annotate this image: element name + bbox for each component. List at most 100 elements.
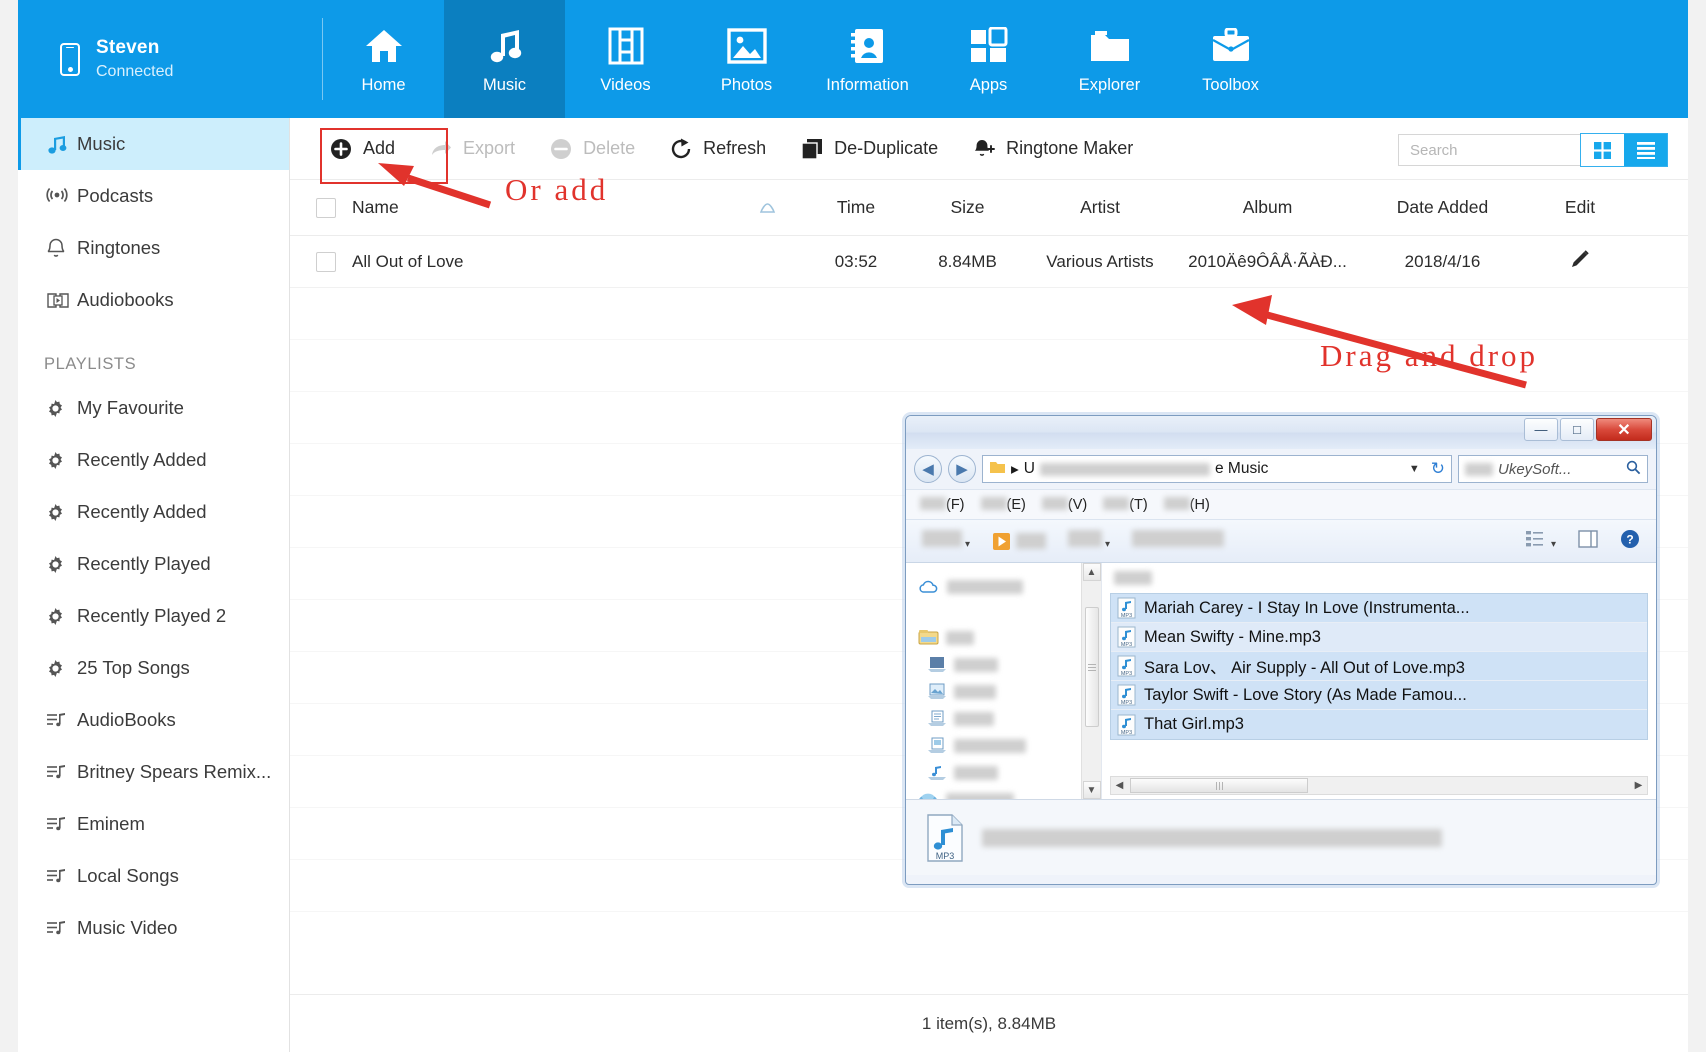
tab-music[interactable]: Music [444,0,565,118]
nav-item-libraries[interactable] [912,624,1101,651]
de-duplicate-button[interactable]: De-Duplicate [783,127,955,171]
sidebar-playlist-label: Eminem [77,813,145,835]
nav-item-library-3[interactable] [912,705,1101,732]
show-preview-pane-button[interactable] [1578,530,1598,553]
sidebar-playlist-music-video[interactable]: Music Video [18,902,289,954]
scroll-down-arrow[interactable]: ▼ [1083,781,1101,799]
pencil-icon[interactable] [1569,255,1591,274]
nav-vertical-scrollbar[interactable]: ▲ ▼ [1081,563,1101,799]
grid-apps-icon [970,18,1008,74]
sidebar-playlist-recently-added-2[interactable]: Recently Added [18,486,289,538]
ringtone-maker-button[interactable]: Ringtone Maker [955,127,1150,171]
sidebar-playlist-eminem[interactable]: Eminem [18,798,289,850]
sidebar-section-playlists: PLAYLISTS [18,326,289,382]
file-group-header [1114,571,1152,590]
bell-icon [46,237,72,259]
burn-button[interactable] [1132,530,1224,552]
add-button[interactable]: Add [312,127,412,171]
sidebar-playlist-britney-spears-remix[interactable]: Britney Spears Remix... [18,746,289,798]
tab-photos[interactable]: Photos [686,0,807,118]
svg-text:MP3: MP3 [1121,700,1132,706]
close-button[interactable]: ✕ [1596,418,1652,441]
nav-item-homegroup[interactable] [912,786,1101,799]
minimize-button[interactable]: — [1524,418,1558,441]
back-button[interactable]: ◀ [914,455,942,483]
gear-icon [46,451,72,470]
nav-item-library-2[interactable] [912,678,1101,705]
scroll-thumb[interactable] [1130,778,1308,793]
nav-item-library-4[interactable] [912,732,1101,759]
organize-button[interactable]: ▾ [922,530,970,552]
sidebar-playlist-local-songs[interactable]: Local Songs [18,850,289,902]
sidebar-playlist-audiobooks[interactable]: AudioBooks [18,694,289,746]
sidebar-item-ringtones[interactable]: Ringtones [18,222,289,274]
file-list-item[interactable]: MP3 Mariah Carey - I Stay In Love (Instr… [1111,594,1647,623]
tab-toolbox[interactable]: Toolbox [1170,0,1291,118]
nav-item-music-library[interactable] [912,759,1101,786]
refresh-button[interactable]: Refresh [652,127,783,171]
menu-edit[interactable]: (E) [981,497,1026,513]
menu-file[interactable]: (F) [920,497,965,513]
table-row[interactable]: All Out of Love 03:52 8.84MB Various Art… [290,236,1688,288]
file-list-item[interactable]: MP3 Mean Swifty - Mine.mp3 [1111,623,1647,652]
column-header-artist[interactable]: Artist [1025,197,1175,218]
scroll-thumb[interactable] [1085,607,1099,727]
ukeysoft-manager-window: Steven Connected Home Music [0,0,1706,1052]
scroll-right-arrow[interactable]: ▶ [1630,780,1647,791]
column-header-time[interactable]: Time [802,197,910,218]
cell-name: All Out of Love [352,252,732,272]
sidebar-playlist-recently-played[interactable]: Recently Played [18,538,289,590]
search-box[interactable] [1398,134,1583,166]
refresh-icon[interactable]: ↻ [1431,459,1445,479]
sidebar-playlist-25-top-songs[interactable]: 25 Top Songs [18,642,289,694]
column-header-album[interactable]: Album [1175,197,1360,218]
menu-help[interactable]: (H) [1164,497,1210,513]
grid-view-icon[interactable] [1581,134,1624,166]
sidebar-playlist-recently-added-1[interactable]: Recently Added [18,434,289,486]
sidebar-item-audiobooks[interactable]: Audiobooks [18,274,289,326]
scroll-left-arrow[interactable]: ◀ [1111,780,1128,791]
explorer-address-bar: ◀ ▶ ▸ U e Music ▼ ↻ UkeySoft... [906,449,1656,489]
nav-item-onedrive[interactable] [912,573,1101,600]
file-list-item[interactable]: MP3 Taylor Swift - Love Story (As Made F… [1111,681,1647,710]
change-view-button[interactable]: ▾ [1526,531,1556,552]
play-button[interactable] [992,532,1046,551]
row-checkbox[interactable] [316,252,336,272]
tab-videos[interactable]: Videos [565,0,686,118]
tab-apps[interactable]: Apps [928,0,1049,118]
menu-tools[interactable]: (T) [1103,497,1148,513]
delete-button-label: Delete [583,138,635,159]
files-horizontal-scrollbar[interactable]: ◀ ▶ [1110,776,1648,795]
explorer-search-box[interactable]: UkeySoft... [1458,455,1648,483]
column-header-size[interactable]: Size [910,197,1025,218]
sort-ascending-icon[interactable] [732,202,802,214]
column-header-date-added[interactable]: Date Added [1360,197,1525,218]
share-button[interactable]: ▾ [1068,530,1110,552]
search-icon[interactable] [1626,460,1641,479]
sidebar-playlist-my-favourite[interactable]: My Favourite [18,382,289,434]
nav-item-library-1[interactable] [912,651,1101,678]
file-list: MP3 Mariah Carey - I Stay In Love (Instr… [1110,593,1648,740]
tab-explorer[interactable]: Explorer [1049,0,1170,118]
delete-button[interactable]: Delete [532,127,652,171]
tab-information[interactable]: Information [807,0,928,118]
address-field[interactable]: ▸ U e Music ▼ ↻ [982,455,1452,483]
column-header-edit[interactable]: Edit [1525,197,1635,218]
maximize-button[interactable]: □ [1560,418,1594,441]
sidebar-item-music[interactable]: Music [18,118,289,170]
help-icon[interactable]: ? [1620,529,1640,554]
file-list-item[interactable]: MP3 Sara Lov、 Air Supply - All Out of Lo… [1111,652,1647,681]
scroll-up-arrow[interactable]: ▲ [1083,563,1101,581]
tab-home[interactable]: Home [323,0,444,118]
export-button[interactable]: Export [412,127,532,171]
list-view-icon[interactable] [1624,134,1667,166]
sidebar-item-podcasts[interactable]: Podcasts [18,170,289,222]
sidebar-playlist-recently-played-2[interactable]: Recently Played 2 [18,590,289,642]
address-dropdown-icon[interactable]: ▼ [1409,463,1420,475]
explorer-titlebar[interactable]: — □ ✕ [906,416,1656,449]
file-list-item[interactable]: MP3 That Girl.mp3 [1111,710,1647,739]
select-all-checkbox[interactable] [316,198,336,218]
forward-button[interactable]: ▶ [948,455,976,483]
redacted-label [946,631,974,645]
menu-view[interactable]: (V) [1042,497,1087,513]
